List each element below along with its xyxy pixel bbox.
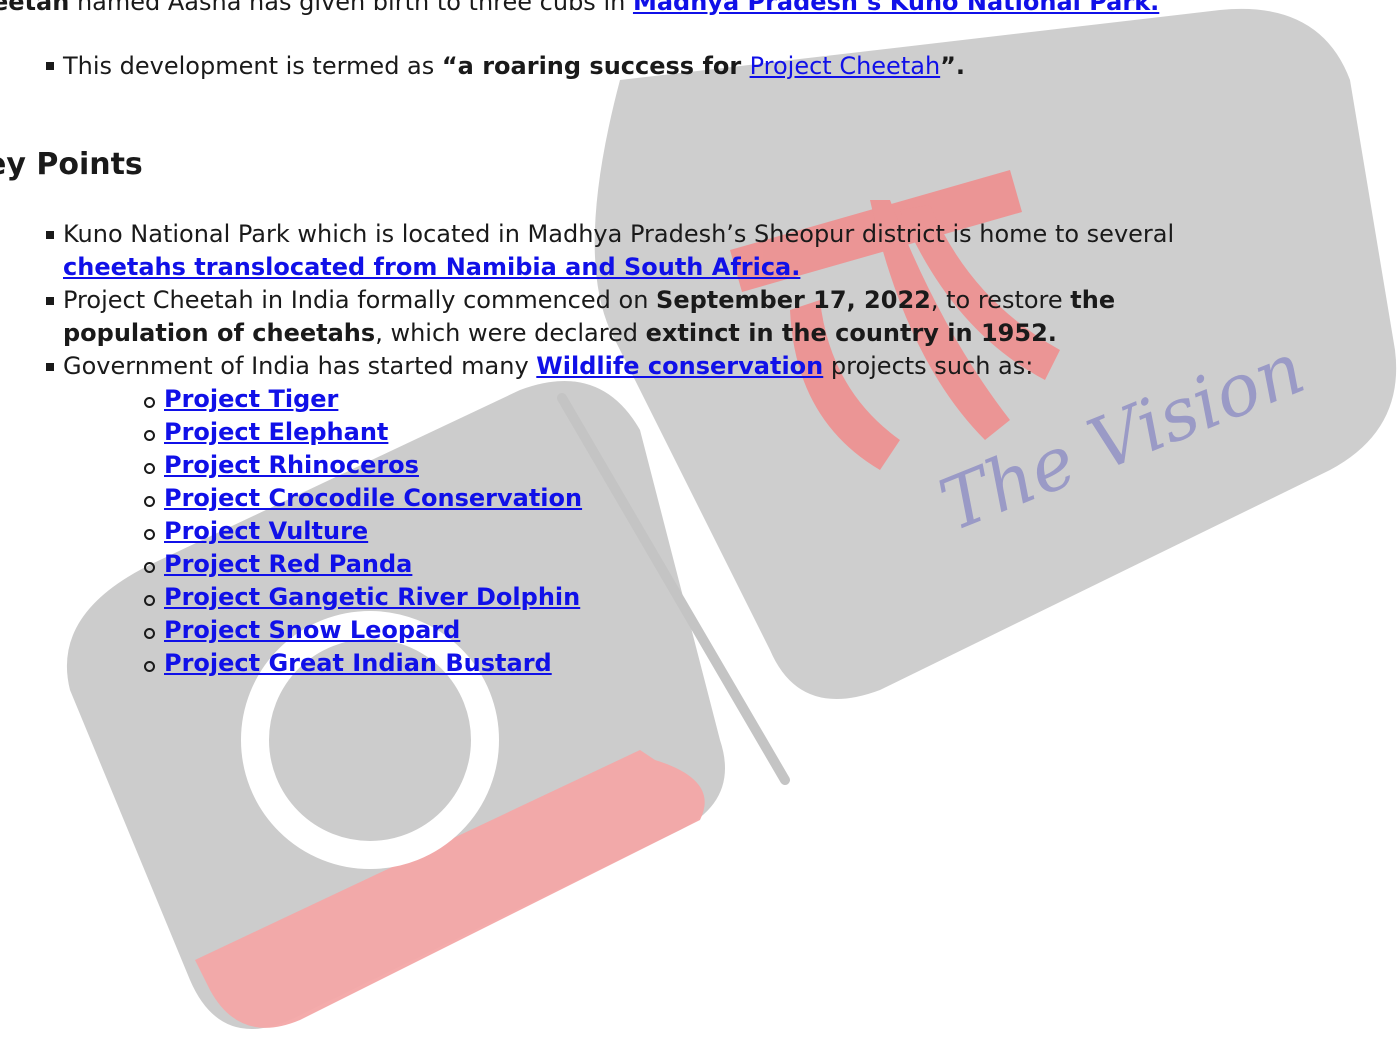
point-1-text: Kuno National Park which is located in M… [63, 220, 1175, 248]
point-2-line-1: Project Cheetah in India formally commen… [63, 284, 1115, 317]
point-2-extinct: extinct in the country in 1952. [645, 319, 1057, 347]
list-item: Project Rhinoceros [164, 449, 419, 482]
list-item: Project Red Panda [164, 548, 412, 581]
intro-line: eetah named Aasha has given birth to thr… [0, 0, 1159, 19]
point-3-line: Government of India has started many Wil… [63, 350, 1033, 383]
point-2-text-b: , to restore [930, 286, 1071, 314]
list-item: Project Great Indian Bustard [164, 647, 552, 680]
link-project-red-panda[interactable]: Project Red Panda [164, 550, 412, 578]
link-project-cheetah[interactable]: Project Cheetah [750, 52, 941, 80]
bullet-square [46, 231, 54, 239]
point-2-bold-the: the [1070, 286, 1116, 314]
link-project-elephant[interactable]: Project Elephant [164, 418, 388, 446]
bullet-circle [144, 661, 155, 672]
bullet-square [46, 363, 54, 371]
point-2-population: population of cheetahs [63, 319, 376, 347]
link-project-snow-leopard[interactable]: Project Snow Leopard [164, 616, 460, 644]
list-item: Project Gangetic River Dolphin [164, 581, 580, 614]
bullet-circle [144, 529, 155, 540]
bullet-circle [144, 628, 155, 639]
bullet-circle [144, 496, 155, 507]
bullet-circle [144, 430, 155, 441]
link-kuno-national-park[interactable]: Madhya Pradesh’s Kuno National Park. [633, 0, 1159, 16]
point-1-line-1: Kuno National Park which is located in M… [63, 218, 1174, 251]
bullet-square [46, 297, 54, 305]
list-item: Project Elephant [164, 416, 388, 449]
bullet-circle [144, 595, 155, 606]
key-points-heading: ey Points [0, 147, 143, 182]
point-2-line-2: population of cheetahs, which were decla… [63, 317, 1057, 350]
link-project-great-indian-bustard[interactable]: Project Great Indian Bustard [164, 649, 552, 677]
development-bold-end: ”. [940, 52, 966, 80]
point-3-text-b: projects such as: [823, 352, 1034, 380]
link-project-vulture[interactable]: Project Vulture [164, 517, 368, 545]
bullet-circle [144, 463, 155, 474]
link-cheetahs-translocated[interactable]: cheetahs translocated from Namibia and S… [63, 253, 800, 281]
link-project-tiger[interactable]: Project Tiger [164, 385, 338, 413]
bullet-circle [144, 397, 155, 408]
bullet-square [46, 62, 54, 70]
development-line: This development is termed as “a roaring… [63, 50, 965, 83]
link-project-rhinoceros[interactable]: Project Rhinoceros [164, 451, 419, 479]
intro-text: named Aasha has given birth to three cub… [69, 0, 633, 16]
list-item: Project Crocodile Conservation [164, 482, 582, 515]
article-content: eetah named Aasha has given birth to thr… [0, 0, 1400, 1041]
link-project-crocodile-conservation[interactable]: Project Crocodile Conservation [164, 484, 582, 512]
list-item: Project Vulture [164, 515, 368, 548]
intro-bold-start: eetah [0, 0, 70, 16]
point-1-line-2: cheetahs translocated from Namibia and S… [63, 251, 800, 284]
list-item: Project Snow Leopard [164, 614, 460, 647]
development-bold-quote: “a roaring success for [441, 52, 750, 80]
link-project-gangetic-river-dolphin[interactable]: Project Gangetic River Dolphin [164, 583, 580, 611]
point-2-date: September 17, 2022 [656, 286, 931, 314]
point-3-text-a: Government of India has started many [63, 352, 537, 380]
development-text: This development is termed as [63, 52, 442, 80]
point-2-text-a: Project Cheetah in India formally commen… [63, 286, 657, 314]
bullet-circle [144, 562, 155, 573]
point-2-text-c: , which were declared [375, 319, 646, 347]
list-item: Project Tiger [164, 383, 338, 416]
link-wildlife-conservation[interactable]: Wildlife conservation [536, 352, 823, 380]
